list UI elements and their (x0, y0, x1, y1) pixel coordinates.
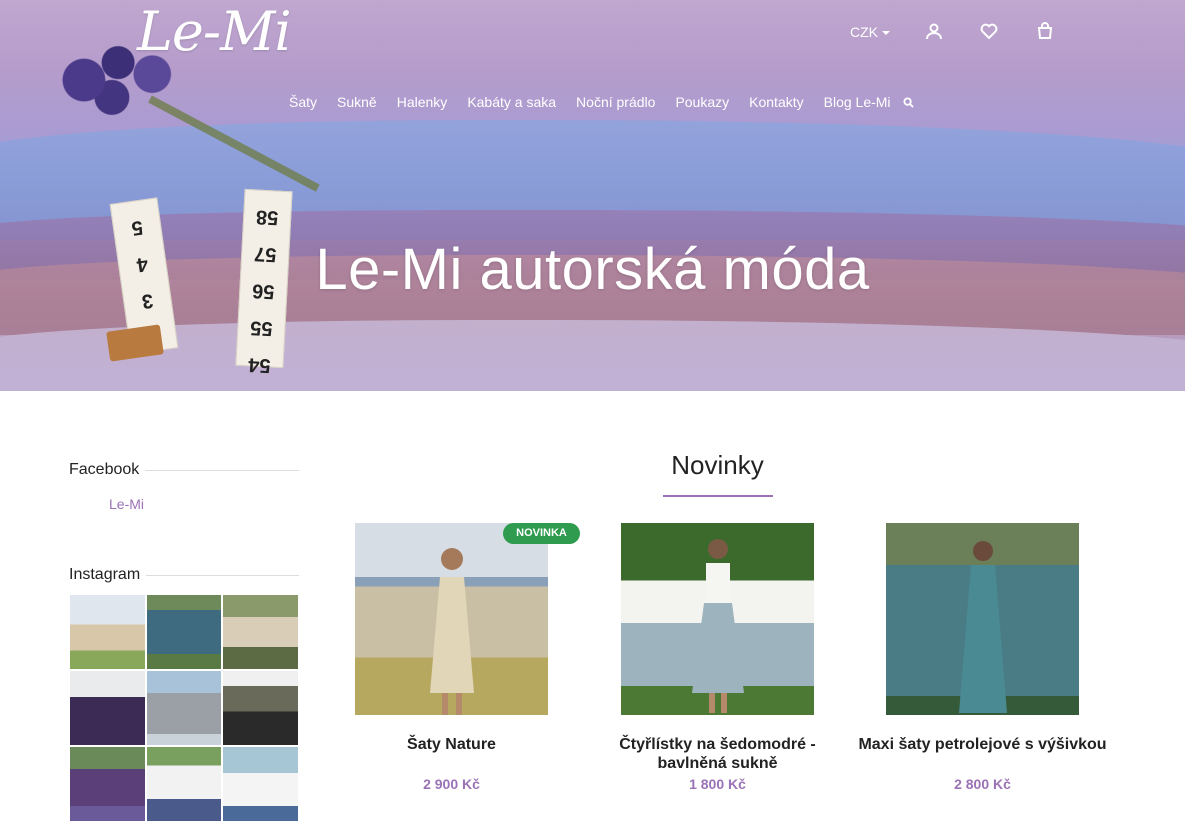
caret-down-icon (882, 31, 890, 36)
facebook-page-link[interactable]: Le-Mi (109, 496, 144, 512)
product-price: 1 800 Kč (689, 776, 746, 792)
product-price: 2 900 Kč (423, 776, 480, 792)
currency-label: CZK (850, 24, 878, 40)
hero-title: Le-Mi autorská móda (315, 237, 870, 302)
nav-item-saty[interactable]: Šaty (289, 94, 317, 110)
nav-item-nocni-pradlo[interactable]: Noční prádlo (576, 94, 655, 110)
user-icon[interactable] (925, 22, 943, 42)
nav-item-kontakty[interactable]: Kontakty (749, 94, 803, 110)
instagram-widget-title: Instagram (69, 566, 299, 584)
instagram-photo[interactable] (69, 746, 146, 822)
currency-selector[interactable]: CZK (850, 24, 890, 40)
section-underline (663, 495, 773, 497)
instagram-photo[interactable] (145, 670, 223, 746)
main-nav: Šaty Sukně Halenky Kabáty a saka Noční p… (289, 94, 911, 110)
heart-icon[interactable] (980, 22, 998, 42)
divider (146, 574, 299, 576)
model-figure (958, 541, 1007, 713)
product-card[interactable]: Čtyřlístky na šedomodré - bavlněná sukně… (585, 523, 850, 792)
facebook-widget-title: Facebook (69, 461, 299, 479)
nav-item-kabaty[interactable]: Kabáty a saka (467, 94, 556, 110)
product-name[interactable]: Šaty Nature (319, 735, 584, 754)
instagram-photo[interactable] (222, 670, 299, 746)
product-image[interactable] (621, 523, 814, 715)
cart-icon[interactable] (1036, 22, 1054, 42)
instagram-photo[interactable] (145, 594, 223, 670)
facebook-title-text: Facebook (69, 461, 140, 478)
instagram-title-text: Instagram (69, 566, 141, 583)
section-title: Novinky (671, 450, 764, 480)
fabric-lilac (0, 320, 1185, 391)
nav-item-halenky[interactable]: Halenky (397, 94, 448, 110)
hero-banner: 5 4 3 2 58 57 56 55 54 Le-Mi CZK Šaty Su… (0, 0, 1185, 391)
product-name[interactable]: Maxi šaty petrolejové s výšivkou (850, 735, 1115, 754)
product-card[interactable]: Maxi šaty petrolejové s výšivkou 2 800 K… (850, 523, 1115, 792)
model-figure (429, 548, 474, 715)
nav-item-blog[interactable]: Blog Le-Mi (824, 94, 891, 110)
instagram-photo[interactable] (222, 594, 299, 670)
model-figure (691, 539, 744, 713)
site-logo[interactable]: Le-Mi (137, 2, 292, 62)
product-image[interactable] (886, 523, 1079, 715)
instagram-photo[interactable] (222, 746, 299, 822)
instagram-photo[interactable] (69, 670, 146, 746)
instagram-photo[interactable] (69, 594, 146, 670)
product-card[interactable]: Šaty Nature 2 900 Kč (319, 523, 584, 792)
nav-item-sukne[interactable]: Sukně (337, 94, 377, 110)
new-badge: NOVINKA (503, 523, 580, 544)
divider (145, 469, 299, 471)
instagram-photo[interactable] (145, 746, 223, 822)
nav-item-poukazy[interactable]: Poukazy (675, 94, 729, 110)
product-image[interactable] (355, 523, 548, 715)
product-price: 2 800 Kč (954, 776, 1011, 792)
instagram-grid (69, 594, 299, 822)
search-icon[interactable] (903, 95, 915, 109)
product-name[interactable]: Čtyřlístky na šedomodré - bavlněná sukně (585, 735, 850, 773)
